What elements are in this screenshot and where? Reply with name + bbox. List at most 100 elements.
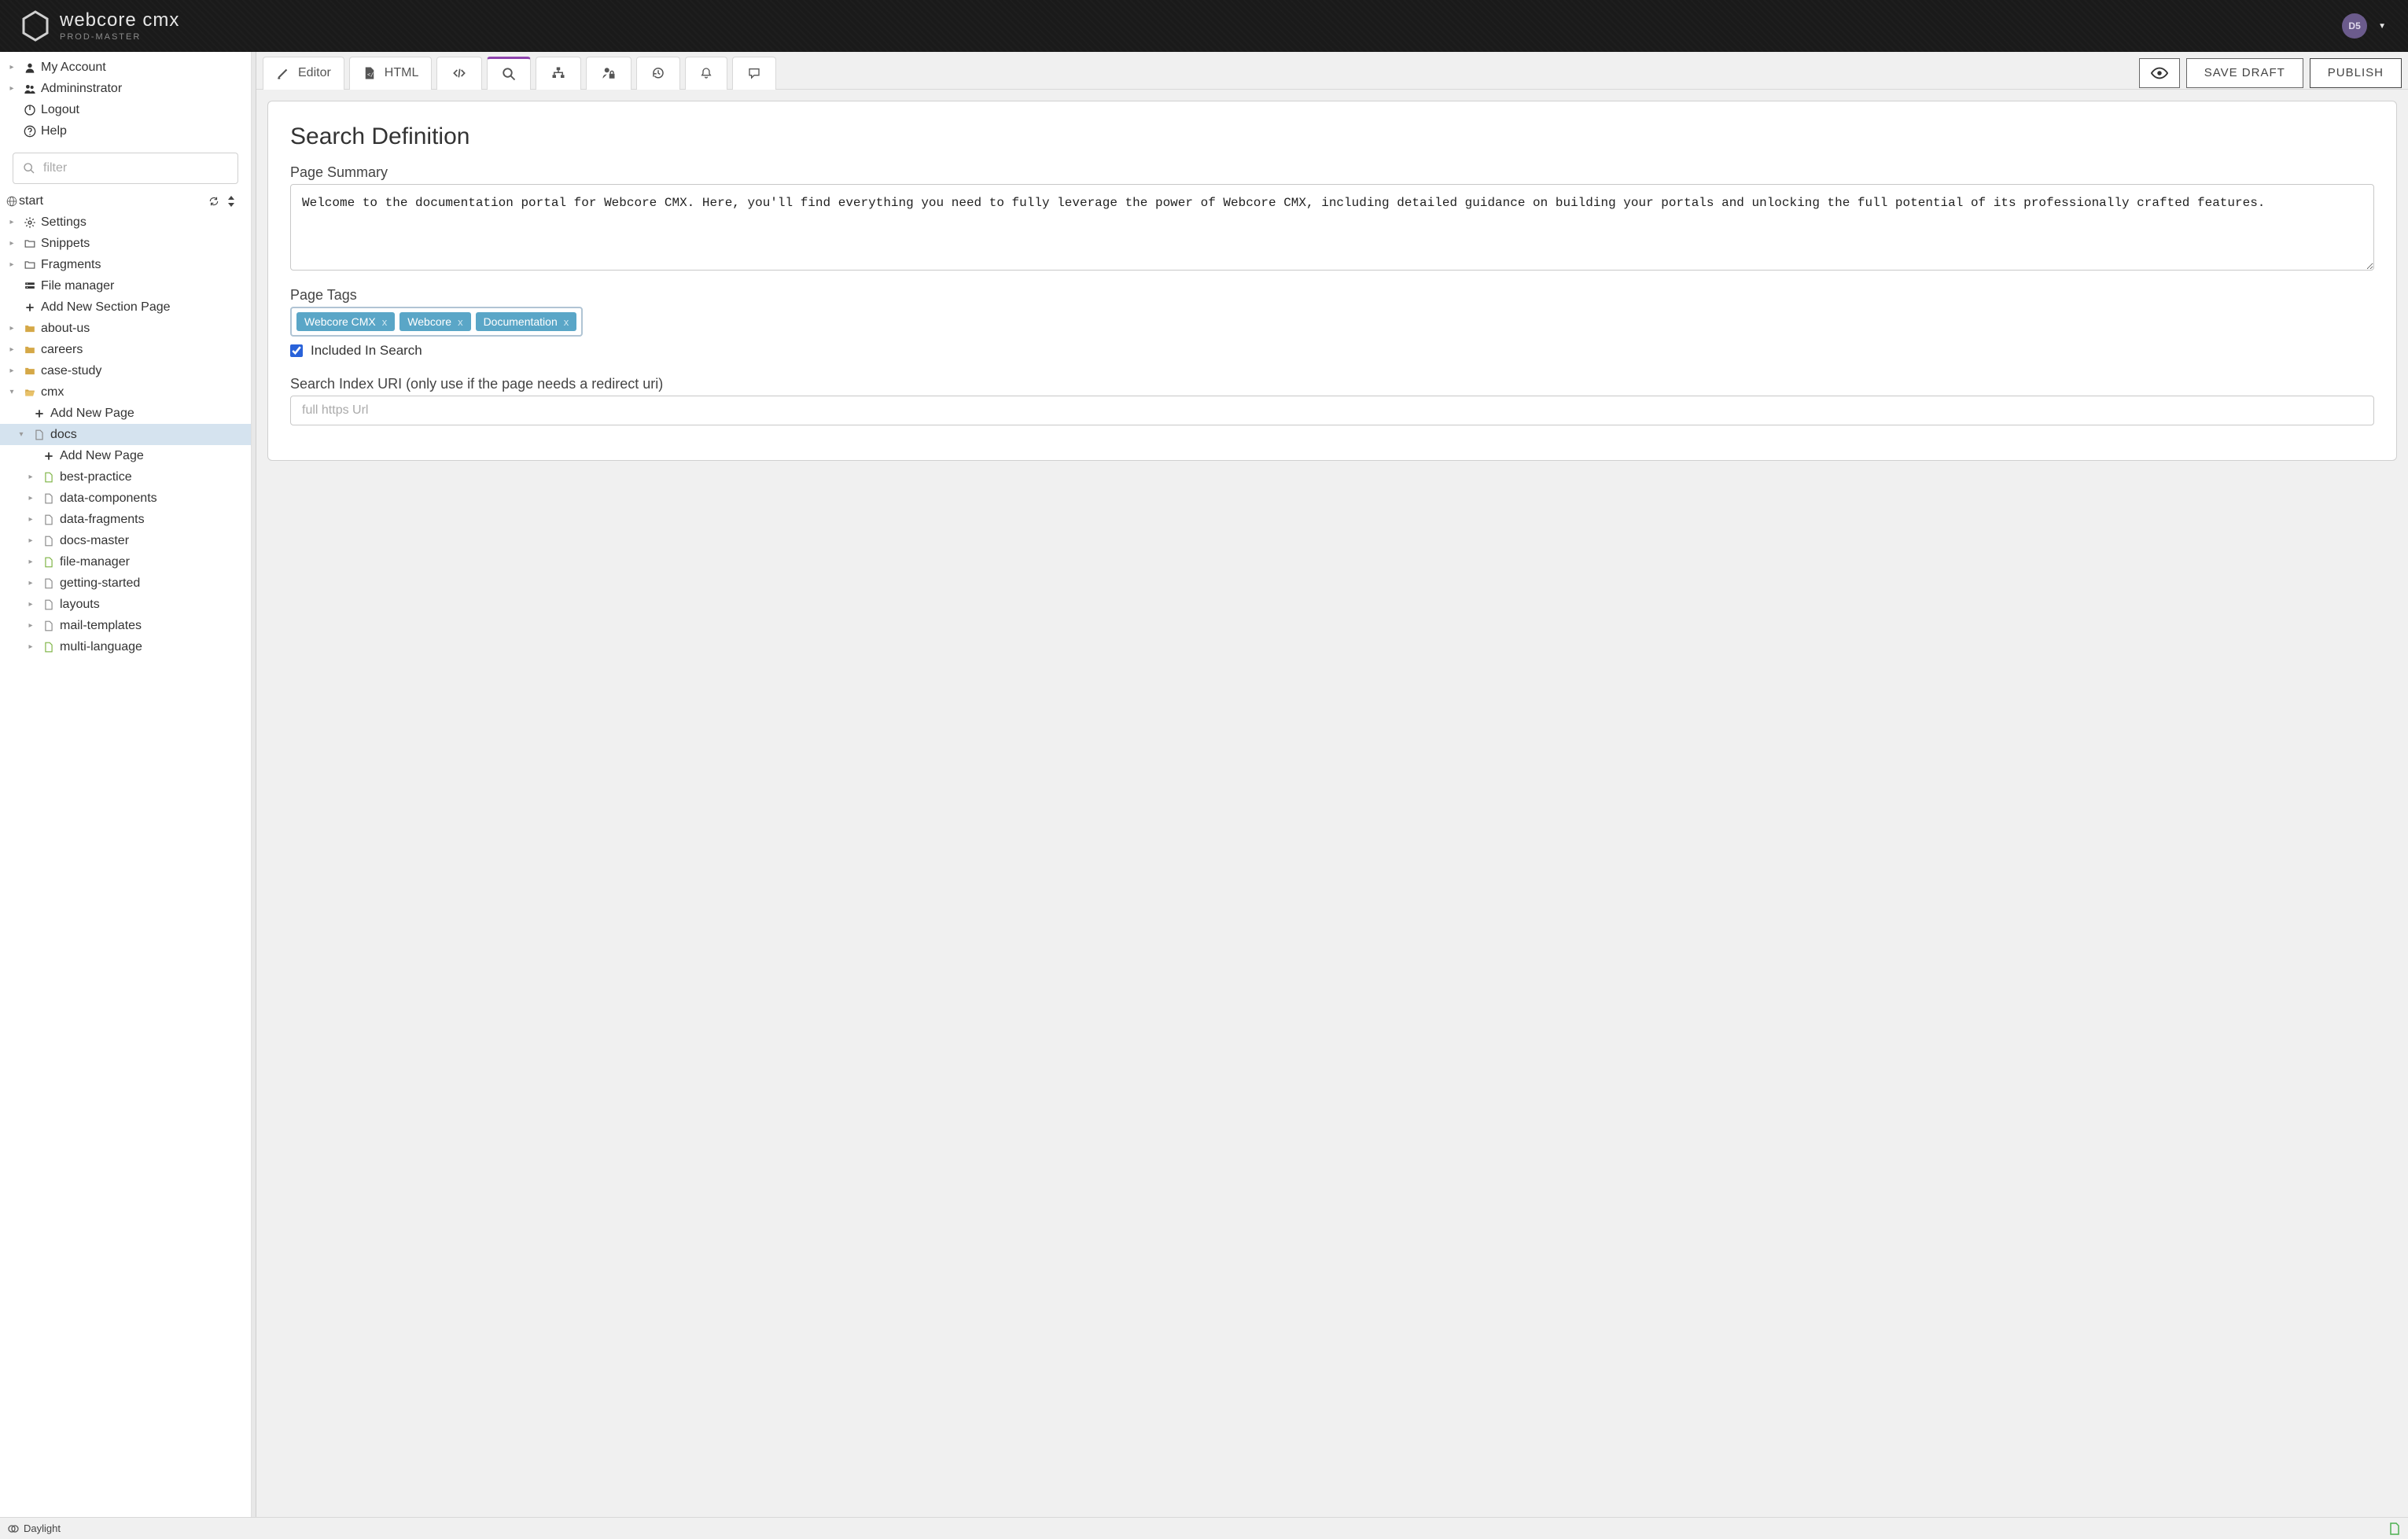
tree-item-snippets[interactable]: ▸Snippets (0, 233, 251, 254)
preview-button[interactable] (2139, 58, 2180, 88)
tree-caret-icon: ▾ (5, 388, 19, 396)
page-summary-label: Page Summary (290, 164, 2374, 181)
tree-item-add-new-page[interactable]: Add New Page (0, 445, 251, 466)
tab-editor[interactable]: Editor (263, 57, 344, 90)
file-icon (38, 492, 60, 505)
plus-icon (38, 451, 60, 462)
code-icon (451, 67, 467, 79)
tree-item-file-manager[interactable]: File manager (0, 275, 251, 296)
document-status-icon[interactable] (2389, 1522, 2400, 1535)
tree-item-file-manager[interactable]: ▸file-manager (0, 551, 251, 573)
page-tags-box[interactable]: Webcore CMXx Webcore x Documentation x (290, 307, 583, 337)
tree-item-add-new-section-page[interactable]: Add New Section Page (0, 296, 251, 318)
search-index-uri-input[interactable] (290, 396, 2374, 425)
tab-history[interactable] (636, 57, 680, 90)
tree-caret-icon: ▸ (24, 558, 38, 566)
tree-label: cmx (41, 385, 64, 399)
comment-icon (747, 67, 761, 79)
folder-open-icon (19, 387, 41, 398)
tree-caret-icon: ▸ (5, 366, 19, 375)
tree-item-about-us[interactable]: ▸about-us (0, 318, 251, 339)
menu-label: Admininstrator (41, 82, 122, 96)
tree-item-getting-started[interactable]: ▸getting-started (0, 573, 251, 594)
tab-sitemap[interactable] (536, 57, 581, 90)
tree-item-data-components[interactable]: ▸ data-components (0, 488, 251, 509)
tree-label: Add New Section Page (41, 300, 171, 315)
tree-label: File manager (41, 279, 114, 293)
tag-label: Webcore (407, 315, 451, 328)
tree-caret-icon: ▸ (5, 218, 19, 226)
tree-item-layouts[interactable]: ▸ layouts (0, 594, 251, 615)
editor-toolbar: Editor</>HTML SAVE DRAFT PUBLISH (256, 52, 2408, 90)
folder-o-icon (19, 238, 41, 249)
tab-html[interactable]: </>HTML (349, 57, 433, 90)
content-area: Editor</>HTML SAVE DRAFT PUBLISH Search … (256, 52, 2408, 1517)
top-menu-admininstrator[interactable]: ▸Admininstrator (0, 78, 251, 99)
tree-item-best-practice[interactable]: ▸best-practice (0, 466, 251, 488)
user-menu[interactable]: D5 ▼ (2342, 13, 2386, 39)
tree-label: docs-master (60, 534, 129, 548)
tab-comment[interactable] (732, 57, 776, 90)
page-summary-textarea[interactable] (290, 184, 2374, 271)
tree-item-careers[interactable]: ▸careers (0, 339, 251, 360)
theme-label: Daylight (24, 1522, 61, 1534)
tree-label: getting-started (60, 576, 140, 591)
tree-label: docs (50, 428, 77, 442)
tree-item-case-study[interactable]: ▸ case-study (0, 360, 251, 381)
theme-toggle[interactable]: Daylight (8, 1522, 61, 1534)
edit-icon (276, 66, 290, 80)
tag-remove-icon[interactable]: x (458, 316, 463, 328)
tree-item-docs-master[interactable]: ▸docs-master (0, 530, 251, 551)
folder-icon (19, 323, 41, 334)
tag-label: Documentation (484, 315, 558, 328)
tree-label: data-fragments (60, 513, 145, 527)
tree-start-row[interactable]: start (0, 190, 251, 212)
search-icon (23, 162, 35, 175)
tree-label: careers (41, 343, 83, 357)
tree-item-multi-language[interactable]: ▸multi-language (0, 636, 251, 657)
tag-remove-icon[interactable]: x (564, 316, 569, 328)
tree-caret-icon: ▸ (24, 600, 38, 609)
tree-label: layouts (60, 598, 100, 612)
tab-bell[interactable] (685, 57, 727, 90)
tree-item-cmx[interactable]: ▾ cmx (0, 381, 251, 403)
users-icon (19, 83, 41, 95)
publish-button[interactable]: PUBLISH (2310, 58, 2402, 88)
tree-item-mail-templates[interactable]: ▸mail-templates (0, 615, 251, 636)
refresh-icon[interactable] (208, 196, 219, 207)
code-file-icon: </> (363, 66, 377, 80)
top-menu-help[interactable]: Help (0, 120, 251, 142)
tree-label: data-components (60, 492, 157, 506)
tree-item-data-fragments[interactable]: ▸data-fragments (0, 509, 251, 530)
tree-label: Settings (41, 215, 87, 230)
tag-remove-icon[interactable]: x (382, 316, 388, 328)
top-menu-logout[interactable]: Logout (0, 99, 251, 120)
top-menu-my-account[interactable]: ▸My Account (0, 57, 251, 78)
tree-caret-icon: ▸ (5, 239, 19, 248)
file-icon (38, 598, 60, 611)
brand-logo[interactable]: webcore cmx PROD-MASTER (22, 10, 179, 42)
tag-webcore-cmx: Webcore CMXx (296, 312, 395, 331)
tree-caret-icon: ▸ (5, 260, 19, 269)
sidebar: ▸My Account▸AdmininstratorLogoutHelp sta… (0, 52, 252, 1517)
chevron-down-icon: ▼ (2378, 22, 2386, 31)
tree-label: multi-language (60, 640, 142, 654)
tab-search[interactable] (487, 57, 531, 90)
panel-title: Search Definition (290, 123, 2374, 150)
power-icon (19, 104, 41, 116)
page-tags-label: Page Tags (290, 287, 2374, 304)
included-in-search-checkbox[interactable] (290, 344, 303, 357)
tree-caret-icon: ▸ (24, 494, 38, 503)
save-draft-button[interactable]: SAVE DRAFT (2186, 58, 2303, 88)
tab-code[interactable] (436, 57, 482, 90)
sort-icon[interactable] (227, 196, 235, 207)
tree-item-fragments[interactable]: ▸ Fragments (0, 254, 251, 275)
filter-input[interactable] (43, 161, 228, 175)
tree-item-settings[interactable]: ▸ Settings (0, 212, 251, 233)
tree-label: case-study (41, 364, 101, 378)
tree-item-docs[interactable]: ▾docs (0, 424, 251, 445)
tab-user-lock[interactable] (586, 57, 631, 90)
tree-label: Fragments (41, 258, 101, 272)
tree-item-add-new-page[interactable]: Add New Page (0, 403, 251, 424)
eye-icon (2151, 67, 2168, 79)
